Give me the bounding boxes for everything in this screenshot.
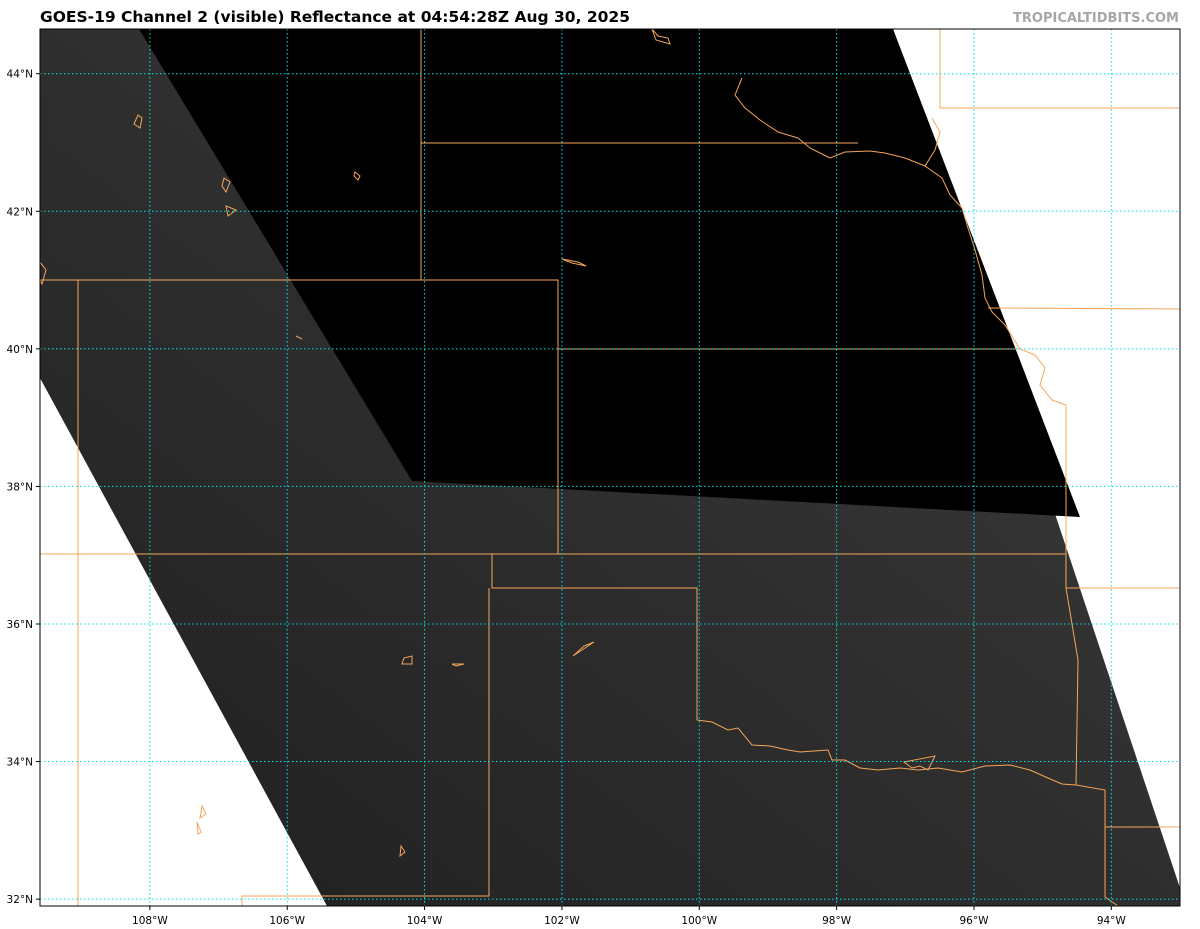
latitude-tick-label: 32°N <box>7 894 33 906</box>
longitude-tick-label: 100°W <box>681 915 717 927</box>
latitude-tick-label: 38°N <box>7 481 33 493</box>
longitude-tick-label: 102°W <box>544 915 580 927</box>
longitude-tick-label: 104°W <box>407 915 443 927</box>
latitude-tick-label: 42°N <box>7 206 33 218</box>
longitude-tick-label: 96°W <box>959 915 989 927</box>
latitude-tick-label: 40°N <box>7 344 33 356</box>
latitude-tick-label: 36°N <box>7 619 33 631</box>
longitude-tick-label: 108°W <box>132 915 168 927</box>
satellite-map: 108°W 106°W 104°W 102°W 100°W 98°W 96°W 94°W 44°… <box>7 28 1181 927</box>
latitude-tick-label: 44°N <box>7 69 33 81</box>
latitude-tick-label: 34°N <box>7 757 33 769</box>
longitude-tick-label: 94°W <box>1097 915 1127 927</box>
longitude-tick-label: 106°W <box>269 915 305 927</box>
longitude-tick-label: 98°W <box>822 915 852 927</box>
